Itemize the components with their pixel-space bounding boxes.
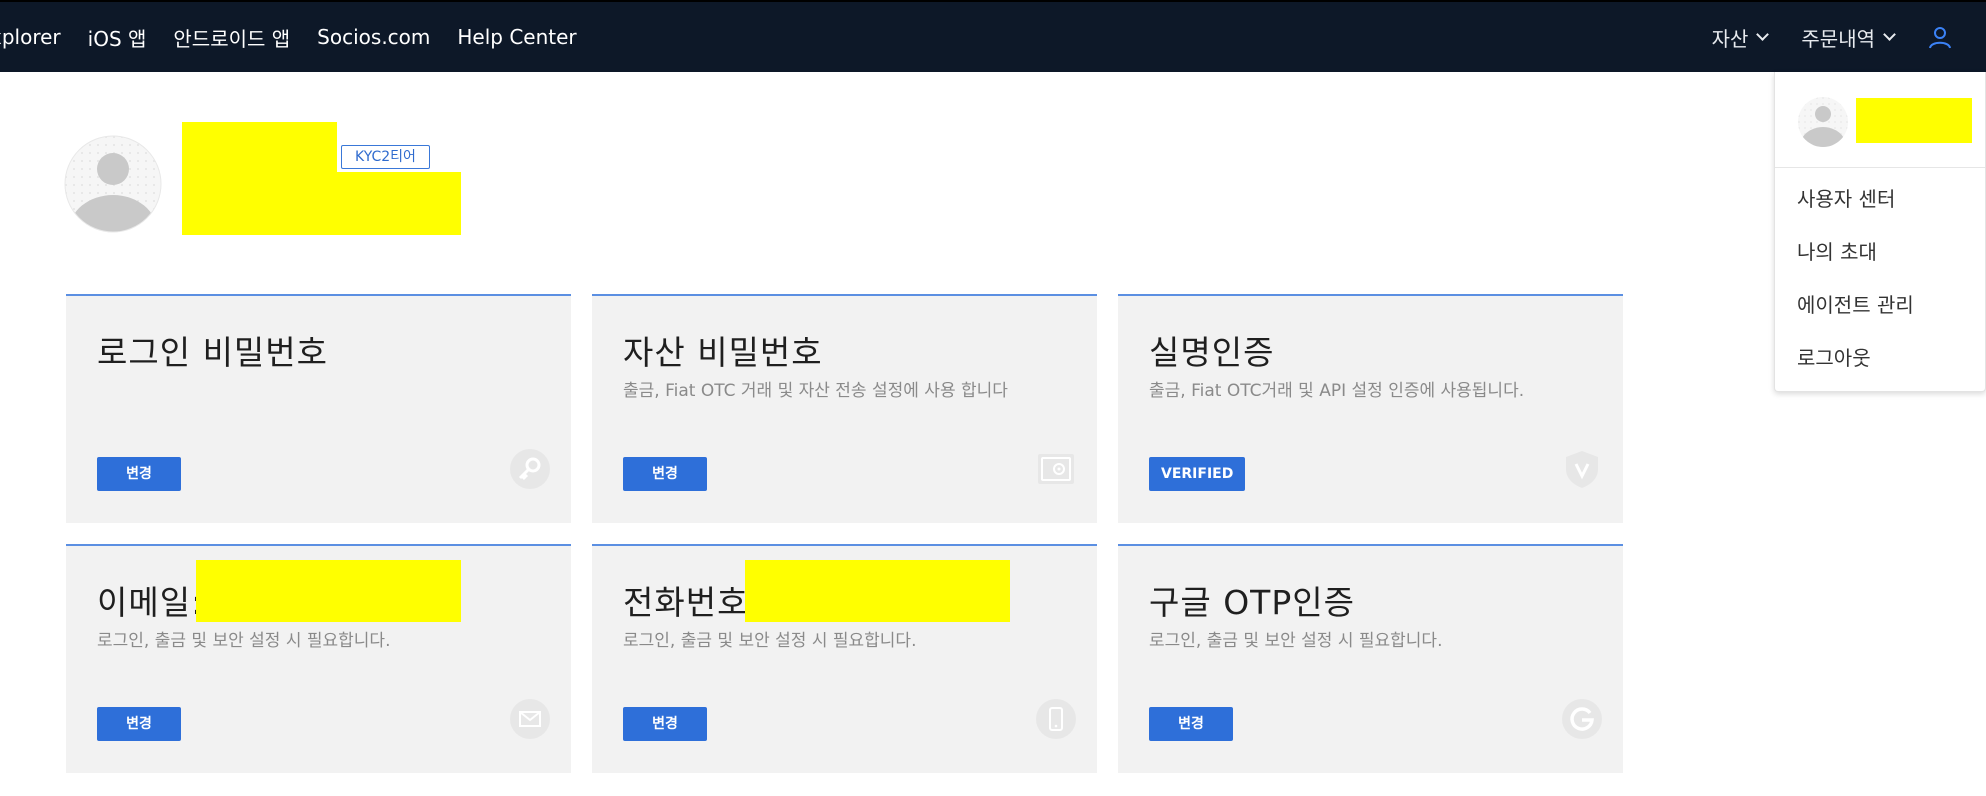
nav-link-help-center[interactable]: Help Center — [457, 25, 576, 49]
top-nav-bar: xplorer iOS 앱 안드로이드 앱 Socios.com Help Ce… — [0, 0, 1986, 72]
safe-icon — [1038, 454, 1074, 484]
menu-item-agent-management[interactable]: 에이전트 관리 — [1775, 279, 1985, 332]
change-login-password-button[interactable]: 변경 — [97, 457, 181, 491]
key-icon — [510, 449, 550, 489]
card-description: 출금, Fiat OTC 거래 및 자산 전송 설정에 사용 합니다 — [623, 381, 1008, 401]
menu-item-logout[interactable]: 로그아웃 — [1775, 332, 1985, 385]
nav-link-android-app[interactable]: 안드로이드 앱 — [173, 23, 290, 52]
redacted-menu-username — [1856, 98, 1972, 143]
phone-icon — [1036, 699, 1076, 739]
card-asset-password: 자산 비밀번호 출금, Fiat OTC 거래 및 자산 전송 설정에 사용 합… — [592, 294, 1097, 523]
card-title: 자산 비밀번호 — [623, 333, 823, 372]
nav-link-socios[interactable]: Socios.com — [317, 25, 430, 49]
chevron-down-icon — [1756, 28, 1770, 41]
assets-dropdown[interactable]: 자산 — [1711, 23, 1770, 52]
user-dropdown-menu: 사용자 센터 나의 초대 에이전트 관리 로그아웃 — [1774, 72, 1986, 392]
chevron-down-icon — [1883, 28, 1896, 41]
menu-item-my-invitations[interactable]: 나의 초대 — [1775, 226, 1985, 279]
menu-list: 사용자 센터 나의 초대 에이전트 관리 로그아웃 — [1775, 168, 1985, 385]
menu-item-user-center[interactable]: 사용자 센터 — [1775, 173, 1985, 226]
avatar — [64, 135, 162, 233]
card-title: 이메일: — [97, 583, 204, 622]
nav-right: 자산 주문내역 — [1712, 2, 1986, 72]
nav-links: xplorer iOS 앱 안드로이드 앱 Socios.com Help Ce… — [0, 2, 604, 72]
card-google-otp: 구글 OTP인증 로그인, 출금 및 보안 설정 시 필요합니다. 변경 — [1118, 544, 1623, 773]
card-description: 로그인, 출금 및 보안 설정 시 필요합니다. — [1149, 631, 1443, 651]
change-phone-button[interactable]: 변경 — [623, 707, 707, 741]
card-description: 로그인, 출금 및 보안 설정 시 필요합니다. — [623, 631, 917, 651]
assets-dropdown-label: 자산 — [1711, 26, 1749, 51]
nav-link-ios-app[interactable]: iOS 앱 — [88, 23, 147, 52]
verified-button[interactable]: VERIFIED — [1149, 457, 1246, 491]
redacted-user-id — [337, 172, 461, 235]
card-identity-verification: 실명인증 출금, Fiat OTC거래 및 API 설정 인증에 사용됩니다. … — [1118, 294, 1623, 523]
shield-icon — [1566, 451, 1598, 488]
google-icon — [1562, 699, 1602, 739]
change-email-button[interactable]: 변경 — [97, 707, 181, 741]
card-description: 출금, Fiat OTC거래 및 API 설정 인증에 사용됩니다. — [1149, 381, 1525, 401]
redacted-email — [196, 560, 461, 622]
orders-dropdown[interactable]: 주문내역 — [1801, 23, 1896, 52]
card-title: 전화번호 — [623, 583, 749, 622]
user-icon[interactable] — [1928, 25, 1952, 49]
orders-dropdown-label: 주문내역 — [1801, 26, 1875, 51]
card-title: 로그인 비밀번호 — [97, 333, 329, 372]
kyc-tier-badge: KYC2티어 — [341, 145, 430, 169]
change-asset-password-button[interactable]: 변경 — [623, 457, 707, 491]
avatar — [1798, 97, 1848, 147]
change-google-otp-button[interactable]: 변경 — [1149, 707, 1233, 741]
card-description: 로그인, 출금 및 보안 설정 시 필요합니다. — [97, 631, 391, 651]
redacted-phone — [745, 560, 1010, 622]
card-title: 실명인증 — [1149, 333, 1275, 372]
nav-link-explorer[interactable]: xplorer — [0, 25, 61, 49]
mail-icon — [510, 699, 550, 739]
redacted-username — [182, 122, 337, 235]
card-title: 구글 OTP인증 — [1149, 583, 1355, 622]
card-login-password: 로그인 비밀번호 변경 — [66, 294, 571, 523]
menu-header — [1775, 72, 1985, 168]
